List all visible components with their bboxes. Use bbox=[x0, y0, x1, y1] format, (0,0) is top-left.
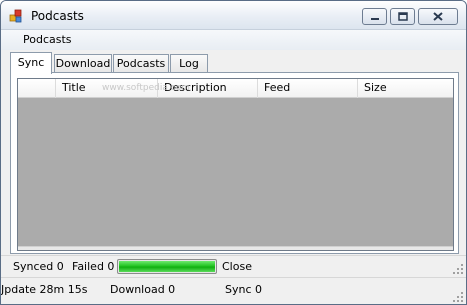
sync-progress-fill bbox=[119, 261, 215, 272]
app-icon bbox=[9, 9, 23, 23]
grid-header: Title Description Feed Size www.softpedi… bbox=[18, 79, 453, 98]
resize-grip-icon[interactable] bbox=[453, 292, 463, 302]
menu-podcasts[interactable]: Podcasts bbox=[23, 33, 72, 46]
maximize-button[interactable] bbox=[390, 8, 415, 25]
minimize-button[interactable] bbox=[362, 8, 387, 25]
column-header-size[interactable]: Size bbox=[358, 79, 453, 98]
menu-bar: Podcasts bbox=[1, 30, 466, 50]
title-bar[interactable]: Podcasts bbox=[1, 1, 466, 30]
horizontal-scrollbar[interactable] bbox=[18, 246, 453, 250]
failed-count: Failed 0 bbox=[72, 260, 115, 273]
tab-download[interactable]: Download bbox=[54, 54, 112, 73]
window-title: Podcasts bbox=[31, 9, 84, 23]
column-header-feed[interactable]: Feed bbox=[258, 79, 358, 98]
download-count: Download 0 bbox=[110, 283, 176, 296]
sync-tab-panel: Title Description Feed Size www.softpedi… bbox=[10, 72, 459, 254]
podcasts-window: Podcasts Podcasts Sync Download Podcasts… bbox=[0, 0, 467, 305]
caption-buttons bbox=[362, 8, 458, 25]
sync-count: Sync 0 bbox=[225, 283, 263, 296]
close-button[interactable]: Close bbox=[222, 260, 252, 273]
close-window-button[interactable] bbox=[418, 8, 458, 25]
status-bar-main: Jpdate 28m 15s Download 0 Sync 0 bbox=[1, 277, 466, 304]
tab-podcasts[interactable]: Podcasts bbox=[113, 54, 169, 73]
resize-grip-icon[interactable] bbox=[453, 264, 463, 274]
synced-count: Synced 0 bbox=[13, 260, 64, 273]
tab-log[interactable]: Log bbox=[170, 54, 208, 73]
sync-grid[interactable]: Title Description Feed Size www.softpedi… bbox=[17, 78, 454, 251]
status-bar-sync: Synced 0 Failed 0 Close bbox=[1, 255, 466, 277]
sync-progress-bar bbox=[117, 259, 217, 274]
close-icon bbox=[433, 12, 443, 21]
update-timer: Jpdate 28m 15s bbox=[1, 283, 88, 296]
maximize-icon bbox=[397, 12, 408, 21]
column-header-selector[interactable] bbox=[18, 79, 56, 98]
tab-sync[interactable]: Sync bbox=[10, 52, 52, 74]
watermark: www.softpedia.com bbox=[102, 83, 190, 93]
minimize-icon bbox=[370, 17, 379, 20]
